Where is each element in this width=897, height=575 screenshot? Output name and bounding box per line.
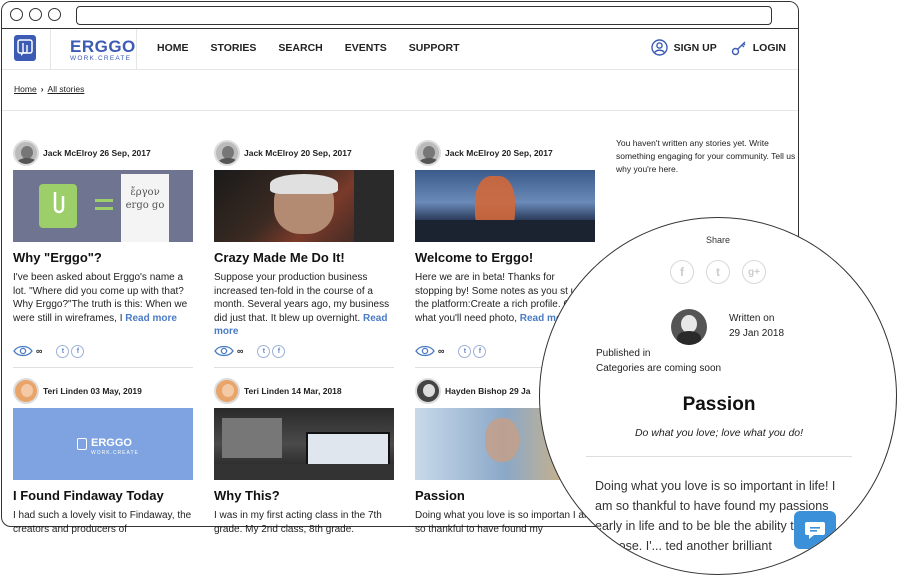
site-header: ERGGO WORK.CREATE HOME STORIES SEARCH EV… <box>2 29 798 70</box>
nav-home[interactable]: HOME <box>157 42 189 54</box>
card-excerpt: Suppose your production business increas… <box>214 272 390 337</box>
author-date: Jack McElroy 20 Sep, 2017 <box>244 148 352 158</box>
author-date: Teri Linden 03 May, 2019 <box>43 386 142 396</box>
erggo-logo-icon[interactable] <box>14 35 36 61</box>
facebook-share-icon[interactable]: f <box>670 260 694 284</box>
card-author: Teri Linden 03 May, 2019 <box>13 377 193 405</box>
eye-icon <box>214 345 234 357</box>
story-thumbnail[interactable] <box>214 170 394 242</box>
twitter-share-icon[interactable]: t <box>56 344 70 358</box>
author-date: Hayden Bishop 29 Ja <box>445 386 531 396</box>
facebook-share-icon[interactable]: f <box>473 344 487 358</box>
login-link[interactable]: LOGIN <box>731 40 786 56</box>
nav-stories[interactable]: STORIES <box>211 42 257 54</box>
card-meta: ∞ t f <box>13 342 193 360</box>
brand-name[interactable]: ERGGO <box>70 37 136 57</box>
magnifier-callout: Share f t g+ Written on 29 Jan 2018 Publ… <box>539 217 897 575</box>
story-thumbnail[interactable] <box>214 408 394 480</box>
facebook-share-icon[interactable]: f <box>272 344 286 358</box>
share-label: Share <box>706 235 731 245</box>
card-meta: ∞ t f <box>214 342 394 360</box>
author-date: Jack McElroy 26 Sep, 2017 <box>43 148 151 158</box>
avatar[interactable] <box>415 140 441 166</box>
chat-bubble-icon <box>805 522 825 539</box>
avatar[interactable] <box>13 140 39 166</box>
view-count: ∞ <box>237 346 244 356</box>
breadcrumb-chevron-icon: › <box>40 84 44 94</box>
author-date: Teri Linden 14 Mar, 2018 <box>244 386 342 396</box>
card-title[interactable]: Why This? <box>214 488 394 503</box>
written-date: 29 Jan 2018 <box>729 328 785 339</box>
brand-tagline: WORK.CREATE <box>70 55 132 62</box>
window-maximize-dot[interactable] <box>48 8 61 21</box>
written-label: Written on <box>729 313 775 324</box>
story-card[interactable]: Jack McElroy 26 Sep, 2017 ἔργον ergo go … <box>13 139 193 368</box>
window-minimize-dot[interactable] <box>29 8 42 21</box>
window-close-dot[interactable] <box>10 8 23 21</box>
story-card[interactable]: Teri Linden 03 May, 2019 ERGGO WORK.CREA… <box>13 377 193 575</box>
card-title[interactable]: Why "Erggo"? <box>13 250 193 265</box>
published-in: Published in Categories are coming soon <box>596 346 721 376</box>
avatar[interactable] <box>214 378 240 404</box>
article-title: Passion <box>682 394 756 415</box>
avatar[interactable] <box>214 140 240 166</box>
article-subtitle: Do what you love; love what you do! <box>634 427 804 439</box>
published-value: Categories are coming soon <box>596 363 722 374</box>
card-author: Jack McElroy 20 Sep, 2017 <box>415 139 595 167</box>
avatar[interactable] <box>671 309 707 345</box>
breadcrumb-home[interactable]: Home <box>14 84 37 94</box>
facebook-share-icon[interactable]: f <box>71 344 85 358</box>
avatar[interactable] <box>13 378 39 404</box>
twitter-share-icon[interactable]: t <box>257 344 271 358</box>
view-count: ∞ <box>438 346 445 356</box>
card-title[interactable]: I Found Findaway Today <box>13 488 193 503</box>
chat-button[interactable] <box>794 511 836 549</box>
key-icon <box>731 41 746 55</box>
user-icon <box>650 39 668 56</box>
twitter-share-icon[interactable]: t <box>706 260 730 284</box>
story-card[interactable]: Teri Linden 14 Mar, 2018 Why This? I was… <box>214 377 394 575</box>
card-title[interactable]: Crazy Made Me Do It! <box>214 250 394 265</box>
card-excerpt: I had such a lovely visit to Findaway, t… <box>13 510 192 535</box>
nav-search[interactable]: SEARCH <box>278 42 322 54</box>
card-excerpt: I've been asked about Erggo's name a lot… <box>13 272 188 324</box>
signup-label: SIGN UP <box>673 41 717 54</box>
eye-icon <box>415 345 435 357</box>
card-excerpt: I was in my first acting class in the 7t… <box>214 510 382 535</box>
google-plus-share-icon[interactable]: g+ <box>742 260 766 284</box>
story-thumbnail[interactable]: ERGGO WORK.CREATE <box>13 408 193 480</box>
main-nav: HOME STORIES SEARCH EVENTS SUPPORT <box>157 42 482 54</box>
card-author: Jack McElroy 26 Sep, 2017 <box>13 139 193 167</box>
eye-icon <box>13 345 33 357</box>
empty-stories-note: You haven't written any stories yet. Wri… <box>616 138 796 174</box>
author-date: Jack McElroy 20 Sep, 2017 <box>445 148 553 158</box>
browser-chrome <box>2 2 798 29</box>
twitter-share-icon[interactable]: t <box>458 344 472 358</box>
login-label: LOGIN <box>752 41 786 54</box>
thumbnail-text: ἔργον ergo go <box>125 187 165 211</box>
written-on: Written on 29 Jan 2018 <box>729 311 784 341</box>
avatar[interactable] <box>415 378 441 404</box>
auth-links: SIGN UP LOGIN <box>637 39 786 56</box>
read-more-link[interactable]: Read more <box>125 313 177 324</box>
story-thumbnail[interactable]: ἔργον ergo go <box>13 170 193 242</box>
thumbnail-text: ERGGO <box>91 437 132 449</box>
story-card[interactable]: Jack McElroy 20 Sep, 2017 Crazy Made Me … <box>214 139 394 368</box>
breadcrumb-all-stories[interactable]: All stories <box>48 84 85 94</box>
signup-link[interactable]: SIGN UP <box>650 39 717 56</box>
address-bar[interactable] <box>76 6 772 25</box>
published-label: Published in <box>596 348 651 359</box>
card-author: Jack McElroy 20 Sep, 2017 <box>214 139 394 167</box>
breadcrumb: Home › All stories <box>2 70 798 111</box>
thumbnail-tagline: WORK.CREATE <box>91 450 139 456</box>
nav-events[interactable]: EVENTS <box>345 42 387 54</box>
view-count: ∞ <box>36 346 43 356</box>
nav-support[interactable]: SUPPORT <box>409 42 460 54</box>
card-author: Teri Linden 14 Mar, 2018 <box>214 377 394 405</box>
